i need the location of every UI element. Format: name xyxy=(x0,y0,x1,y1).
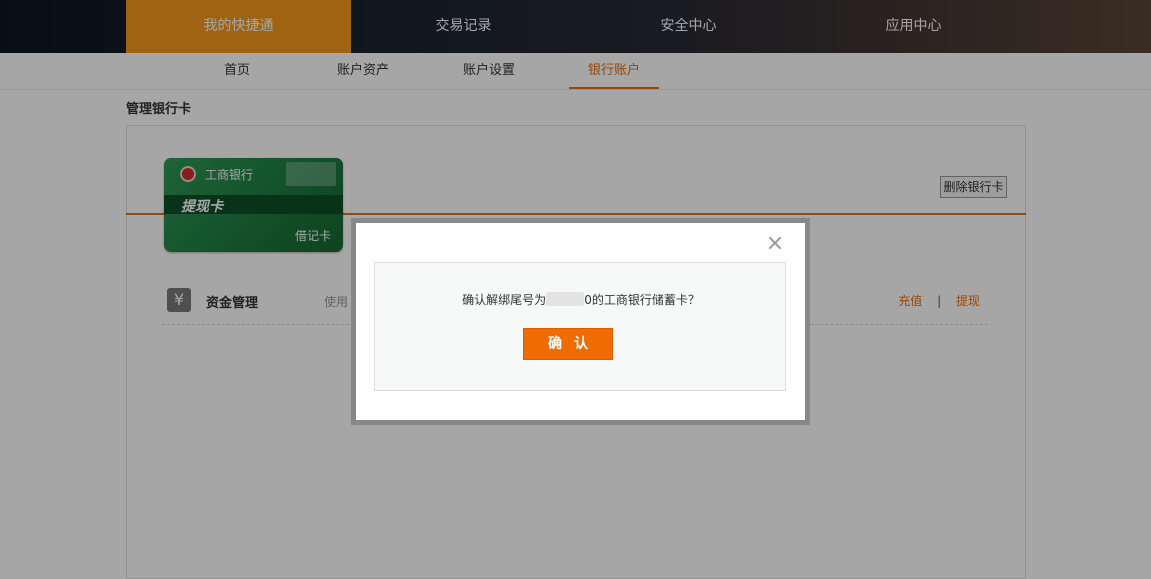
message-suffix: 0的工商银行储蓄卡？ xyxy=(584,293,700,307)
dialog-content-box: 确认解绑尾号为 0的工商银行储蓄卡？ 确认 xyxy=(374,262,786,391)
dialog-body: 确认解绑尾号为 0的工商银行储蓄卡？ 确认 xyxy=(356,223,805,420)
confirm-button[interactable]: 确认 xyxy=(523,328,613,360)
unbind-confirm-dialog: 确认解绑尾号为 0的工商银行储蓄卡？ 确认 xyxy=(351,218,810,425)
masked-card-tail xyxy=(546,292,585,306)
message-prefix: 确认解绑尾号为 xyxy=(462,293,547,307)
dialog-message: 确认解绑尾号为 0的工商银行储蓄卡？ xyxy=(375,291,787,308)
close-icon[interactable] xyxy=(765,233,785,253)
